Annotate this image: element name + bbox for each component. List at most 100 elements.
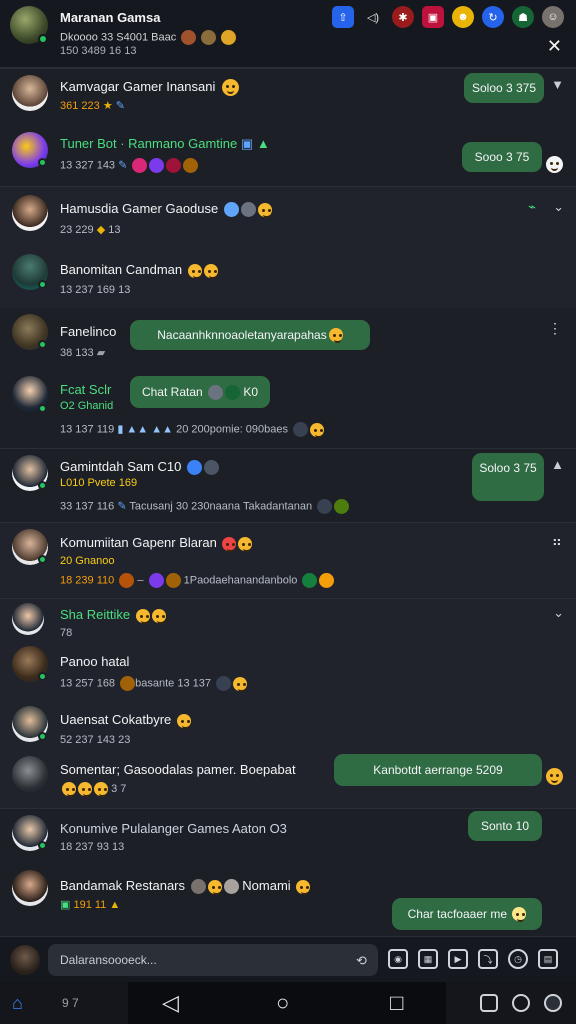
chat-bubble[interactable]: Soloo 3 375 [464,73,544,103]
message-feed[interactable]: Kamvagar Gamer Inansani 361 223 ★ ✎ Solo… [0,68,576,936]
message-meta: 13 327 143 ✎ [60,158,199,173]
sender-name: Panoo hatal [60,654,130,669]
gallery-icon[interactable]: ▤ [538,949,558,969]
profile-icon[interactable]: ☺ [542,6,564,28]
chat-bubble[interactable]: Char tacfoaaer me [392,898,542,930]
nav-left-panel: ⌂ 9 7 [0,982,128,1024]
message-meta: 78 [60,627,73,639]
sender-name: Fcat Sclr [60,382,112,397]
online-status-icon [38,481,47,490]
android-icon[interactable]: ☗ [512,6,534,28]
list-item[interactable]: Somentar; Gasoodalas pamer. Boepabat 3 7… [0,750,576,808]
list-item[interactable]: Fcat Sclr O2 Ghanid Chat Ratan K0 13 137… [0,370,576,448]
sender-name: Kamvagar Gamer Inansani [60,79,216,94]
online-status-icon [38,732,47,741]
list-item[interactable]: Sha Reittike 78 ⌄ [0,598,576,640]
online-status-icon [38,34,48,44]
avatar[interactable] [12,75,48,111]
list-item[interactable]: Panoo hatal 13 257 168 basante 13 137 [0,640,576,700]
list-item[interactable]: Kamvagar Gamer Inansani 361 223 ★ ✎ Solo… [0,68,576,126]
system-nav-bar: ⌂ 9 7 ◁ ○ □ [0,982,576,1024]
settings-icon[interactable] [512,994,530,1012]
message-input[interactable] [48,944,378,976]
list-item[interactable]: Banomitan Candman 13 237 169 13 [0,246,576,308]
avatar[interactable] [10,945,40,975]
message-composer: ⟲ ◉ ▦ ▶ ⤵ ◷ ▤ [0,936,576,982]
nav-right-panel [446,982,576,1024]
message-meta: 13 137 119 ▮ ▲▲ ▲▲ 20 200pomie: 090baes [60,422,325,438]
online-status-icon [38,158,47,167]
sender-name: Banomitan Candman [60,262,218,279]
back-icon[interactable]: ◁ [162,990,179,1016]
sender-name: Uaensat Cokatbyre [60,712,191,729]
composer-toolbar: ◉ ▦ ▶ ⤵ ◷ ▤ [388,949,558,969]
chat-bubble[interactable]: Chat Ratan K0 [130,376,270,408]
sender-name: Somentar; Gasoodalas pamer. Boepabat [60,762,296,777]
list-item[interactable]: Hamusdia Gamer Gaoduse 23 229 ◆ 13 ⌁ ⌄ [0,186,576,246]
reaction-emoji-icon[interactable] [546,156,563,173]
reaction-icon [201,30,217,45]
clock-icon[interactable]: ◷ [508,949,528,969]
message-meta: 18 237 93 13 [60,841,125,853]
avatar[interactable] [12,756,48,792]
sender-subtitle: L010 Pvete 169 [60,477,138,489]
chat-bubble[interactable]: Kanbotdt aerrange 5209 [334,754,542,786]
home-button-icon[interactable]: ○ [276,990,289,1016]
close-icon[interactable]: ✕ [547,36,562,57]
camera-icon[interactable]: ◉ [388,949,408,969]
home-icon[interactable]: ⌂ [12,993,23,1014]
message-meta: 18 239 110 – 1Paodaehanandanbolo [60,573,335,588]
chevron-down-icon[interactable]: ⌄ [553,199,564,215]
list-item[interactable]: Komumiitan Gapenr Blaran 20 Gnanoo 18 23… [0,522,576,598]
app-red-icon[interactable]: ✱ [392,6,414,28]
group-subtitle: Dkoooo 33 S4001 Baac [60,30,237,45]
share-icon[interactable]: ⇧ [332,6,354,28]
online-status-icon [38,340,47,349]
reaction-emoji-icon[interactable] [546,768,563,785]
online-status-icon [38,672,47,681]
gamer-icon[interactable]: ☻ [452,6,474,28]
more-options-icon[interactable]: ⠶ [552,533,562,550]
list-item[interactable]: Konumive Pulalanger Games Aaton O3 18 23… [0,808,576,866]
chat-bubble[interactable]: Nacaanhknnoaoletanyarapahas [130,320,370,350]
list-item[interactable]: Uaensat Cokatbyre 52 237 143 23 [0,700,576,750]
chat-bubble[interactable]: Sonto 10 [468,811,542,841]
chevron-up-icon[interactable]: ▲ [551,457,564,472]
gift-icon[interactable]: ▣ [422,6,444,28]
more-options-icon[interactable]: ⋮ [548,320,562,337]
sound-icon[interactable]: ◁) [362,6,384,28]
chevron-down-icon[interactable]: ▼ [551,77,564,92]
assistant-icon[interactable] [544,994,562,1012]
avatar[interactable] [12,603,44,635]
image-icon[interactable]: ▦ [418,949,438,969]
chat-bubble[interactable]: Sooo 3 75 [462,142,542,172]
file-icon[interactable]: ⤵ [478,949,498,969]
sender-name: Komumiitan Gapenr Blaran [60,535,253,552]
attach-icon[interactable]: ⟲ [356,953,367,969]
chevron-down-icon[interactable]: ⌄ [553,605,564,621]
smile-emoji-icon [222,79,239,96]
message-meta: 13 237 169 13 [60,284,131,296]
message-meta: 33 137 116 ✎ Tacusanj 30 230naana Takada… [60,499,350,514]
online-status-icon [38,404,47,413]
nav-count: 9 7 [62,996,79,1010]
avatar[interactable] [12,195,48,231]
message-meta: ▣ 191 11 ▲ [60,899,121,911]
reaction-icon [221,30,237,45]
list-item[interactable]: Gamintdah Sam C10 L010 Pvete 169 33 137 … [0,448,576,522]
list-item[interactable]: Fanelinco 38 133 ▰ Nacaanhknnoaoletanyar… [0,308,576,370]
chat-bubble[interactable]: Soloo 3 75 [472,453,544,501]
refresh-icon[interactable]: ↻ [482,6,504,28]
avatar[interactable] [12,870,48,906]
list-item[interactable]: Tuner Bot · Ranmano Gamtine ▣ ▲ 13 327 1… [0,126,576,186]
message-meta: 52 237 143 23 [60,734,131,746]
online-status-icon [38,555,47,564]
online-status-icon [38,280,47,289]
sender-subtitle: 20 Gnanoo [60,555,115,567]
list-item[interactable]: Bandamak Restanars Nomami ▣ 191 11 ▲ Cha… [0,866,576,936]
recent-apps-icon[interactable]: □ [390,990,403,1016]
video-icon[interactable]: ▶ [448,949,468,969]
message-meta: 3 7 [60,782,126,797]
sender-name: Fanelinco [60,324,117,339]
keyboard-icon[interactable] [480,994,498,1012]
